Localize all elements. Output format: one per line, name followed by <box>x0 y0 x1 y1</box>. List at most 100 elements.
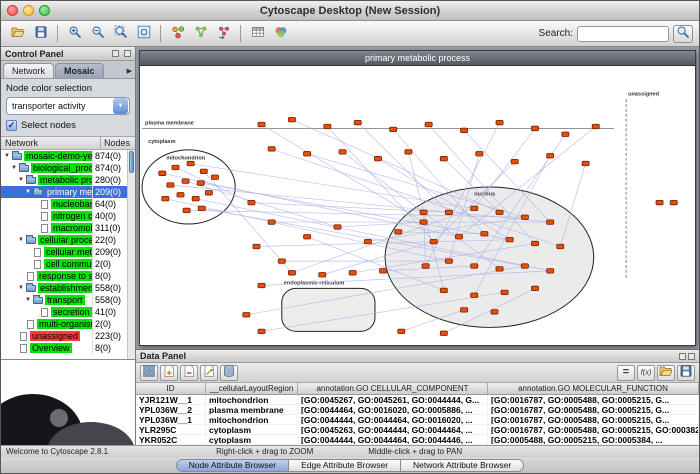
select-first-neighbors-button[interactable] <box>167 23 188 44</box>
tab-node-attribute-browser[interactable]: Node Attribute Browser <box>176 459 289 472</box>
network-edge[interactable] <box>262 125 424 223</box>
network-node[interactable] <box>582 161 589 165</box>
tree-item-nitrogen-compou[interactable]: nitrogen compou40(0) <box>1 210 127 222</box>
network-node[interactable] <box>521 264 528 268</box>
network-node[interactable] <box>547 269 554 273</box>
tree-item-biological-process[interactable]: ▼biological_process874(0) <box>1 162 127 174</box>
network-node[interactable] <box>425 122 432 126</box>
tree-item-metabolic-process[interactable]: ▼metabolic process280(0) <box>1 174 127 186</box>
network-node[interactable] <box>531 241 538 245</box>
network-node[interactable] <box>319 273 326 277</box>
network-node[interactable] <box>192 196 199 200</box>
network-node[interactable] <box>364 239 371 243</box>
network-node[interactable] <box>547 154 554 158</box>
float-panel-icon[interactable] <box>112 50 119 57</box>
function-button[interactable]: f(x) <box>637 365 655 381</box>
network-node[interactable] <box>177 193 184 197</box>
maximize-button[interactable] <box>39 5 50 16</box>
select-nodes-checkbox[interactable]: ✓ <box>6 120 17 131</box>
rename-attribute-button[interactable] <box>200 365 218 381</box>
network-node[interactable] <box>288 271 295 275</box>
network-node[interactable] <box>288 117 295 121</box>
network-node[interactable] <box>547 220 554 224</box>
column-header-annotation-go-molecular-function[interactable]: annotation.GO MOLECULAR_FUNCTION <box>488 383 699 394</box>
float-data-panel-icon[interactable] <box>679 353 686 360</box>
network-node[interactable] <box>349 271 356 275</box>
network-node[interactable] <box>476 152 483 156</box>
equals-button[interactable]: = <box>617 365 635 381</box>
network-edge[interactable] <box>191 164 475 209</box>
tree-item-transport[interactable]: ▼transport558(0) <box>1 294 127 306</box>
network-node[interactable] <box>496 120 503 124</box>
network-node[interactable] <box>455 234 462 238</box>
import-network-button[interactable] <box>213 23 234 44</box>
table-row[interactable]: YKR052Ccytoplasm[GO:0044444, GO:0044464,… <box>136 435 699 445</box>
expander-icon[interactable]: ▼ <box>17 285 25 291</box>
new-network-button[interactable] <box>190 23 211 44</box>
table-row[interactable]: YLR295Ccytoplasm[GO:0045263, GO:0044444,… <box>136 425 699 435</box>
zoom-in-button[interactable] <box>64 23 85 44</box>
network-node[interactable] <box>511 159 518 163</box>
search-input[interactable] <box>577 26 669 42</box>
tree-item-secretion[interactable]: secretion41(0) <box>1 306 127 318</box>
network-node[interactable] <box>531 126 538 130</box>
network-node[interactable] <box>420 220 427 224</box>
network-node[interactable] <box>471 293 478 297</box>
delete-attribute-button[interactable] <box>180 365 198 381</box>
zoom-fit-button[interactable] <box>133 23 154 44</box>
network-node[interactable] <box>471 206 478 210</box>
network-node[interactable] <box>162 196 169 200</box>
minimize-button[interactable] <box>23 5 34 16</box>
network-node[interactable] <box>253 244 260 248</box>
search-button[interactable] <box>673 25 693 43</box>
network-node[interactable] <box>278 259 285 263</box>
network-node[interactable] <box>354 120 361 124</box>
network-node[interactable] <box>211 175 218 179</box>
close-button[interactable] <box>7 5 18 16</box>
import-attribute-table-button[interactable] <box>220 365 238 381</box>
tree-item-cell-communicati[interactable]: cell communicati2(0) <box>1 258 127 270</box>
network-overview-thumbnail[interactable] <box>1 359 135 445</box>
network-node[interactable] <box>395 230 402 234</box>
network-node[interactable] <box>440 156 447 160</box>
tree-scrollbar-thumb[interactable] <box>129 151 134 173</box>
tree-item-establishment-of-lo[interactable]: ▼establishment of lo558(0) <box>1 282 127 294</box>
network-node[interactable] <box>198 206 205 210</box>
network-node[interactable] <box>461 128 468 132</box>
network-node[interactable] <box>304 234 311 238</box>
expander-icon[interactable]: ▼ <box>10 165 18 171</box>
expander-icon[interactable]: ▼ <box>17 237 25 243</box>
network-node[interactable] <box>398 329 405 333</box>
save-button[interactable] <box>677 365 695 381</box>
network-node[interactable] <box>531 286 538 290</box>
tab-mosaic[interactable]: Mosaic <box>55 63 104 78</box>
tree-item-overview[interactable]: Overview8(0) <box>1 342 127 354</box>
network-canvas[interactable]: plasma membrane cytoplasm mitochondrion … <box>140 65 695 345</box>
network-node[interactable] <box>506 237 513 241</box>
attribute-select-button[interactable] <box>140 365 158 381</box>
network-node[interactable] <box>200 169 207 173</box>
tree-item-multi-organism-pro[interactable]: multi-organism pro2(0) <box>1 318 127 330</box>
zoom-selected-button[interactable] <box>110 23 131 44</box>
network-node[interactable] <box>380 269 387 273</box>
network-node[interactable] <box>258 283 265 287</box>
network-node[interactable] <box>461 308 468 312</box>
network-node[interactable] <box>268 220 275 224</box>
close-data-panel-icon[interactable] <box>688 353 695 360</box>
open-folder-button[interactable] <box>657 365 675 381</box>
network-node[interactable] <box>670 200 677 204</box>
network-node[interactable] <box>172 165 179 169</box>
network-node[interactable] <box>268 147 275 151</box>
network-node[interactable] <box>248 200 255 204</box>
tree-item-cellular-process[interactable]: ▼cellular process22(0) <box>1 234 127 246</box>
network-node[interactable] <box>183 208 190 212</box>
table-row[interactable]: YJR121W__1mitochondrion[GO:0045267, GO:0… <box>136 395 699 405</box>
expander-icon[interactable]: ▼ <box>3 153 11 159</box>
network-node[interactable] <box>445 210 452 214</box>
network-node[interactable] <box>422 264 429 268</box>
tab-edge-attribute-browser[interactable]: Edge Attribute Browser <box>289 459 401 472</box>
import-attributes-button[interactable] <box>247 23 268 44</box>
zoom-out-button[interactable] <box>87 23 108 44</box>
vizmapper-button[interactable] <box>270 23 291 44</box>
column-header-cellularlayoutregion[interactable]: __cellularLayoutRegion <box>206 383 298 394</box>
